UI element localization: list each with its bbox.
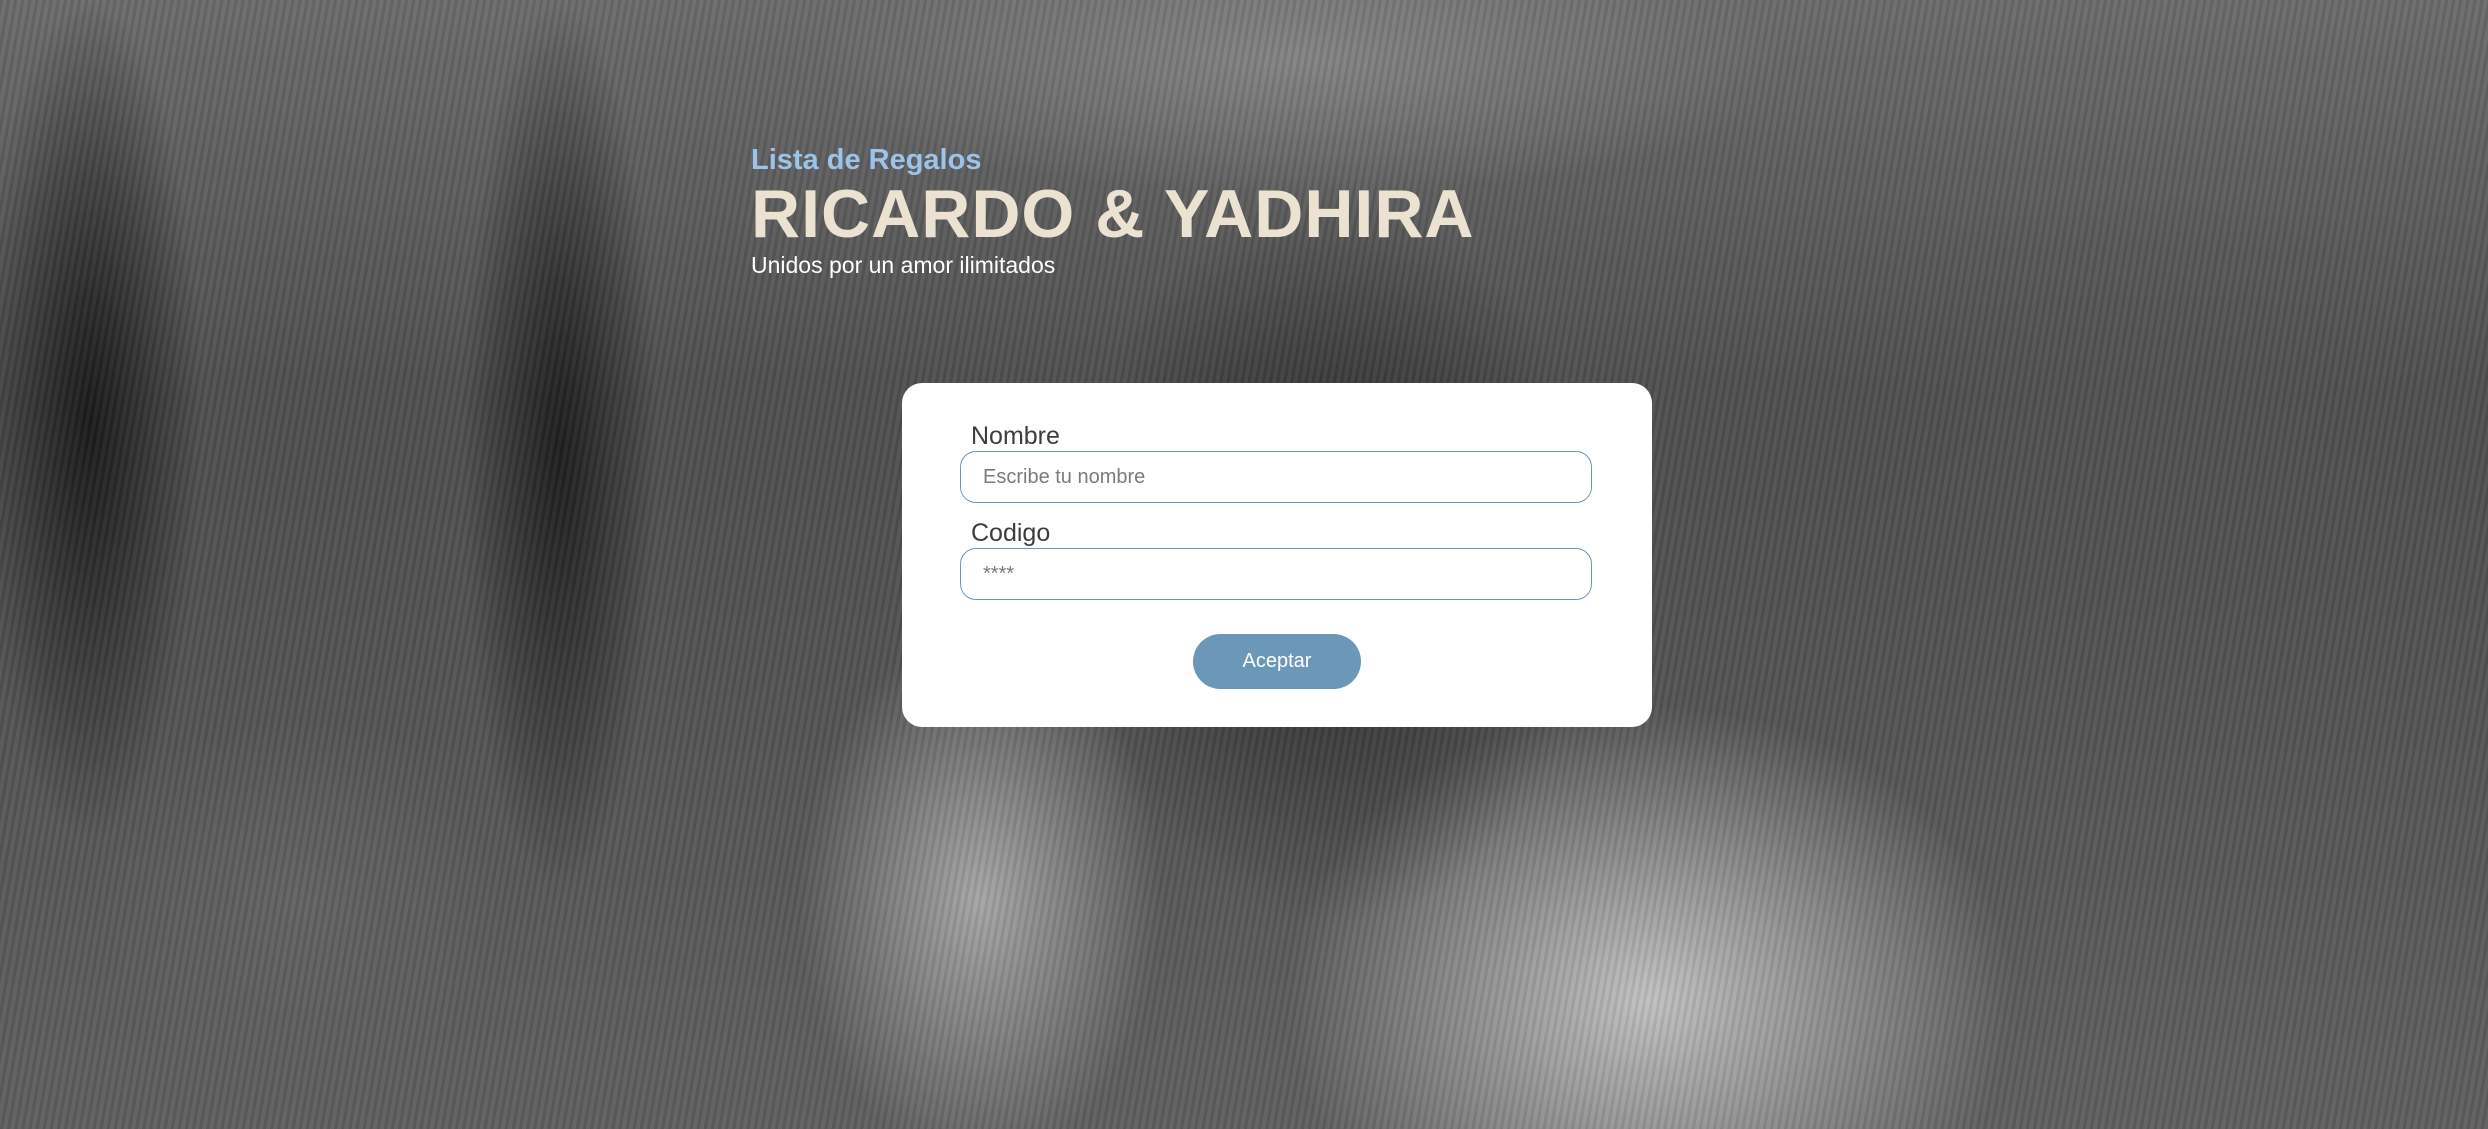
accept-button[interactable]: Aceptar <box>1193 634 1361 689</box>
gift-list-title: Lista de Regalos <box>751 144 982 176</box>
code-input[interactable] <box>960 548 1592 600</box>
login-card: Nombre Codigo Aceptar <box>902 383 1652 727</box>
couple-names: RICARDO & YADHIRA <box>751 176 1475 252</box>
code-label: Codigo <box>971 519 1051 547</box>
name-input[interactable] <box>960 451 1592 503</box>
page-header: Lista de Regalos RICARDO & YADHIRA Unido… <box>751 143 1651 279</box>
name-label: Nombre <box>971 422 1060 450</box>
tagline: Unidos por un amor ilimitados <box>751 252 1056 278</box>
